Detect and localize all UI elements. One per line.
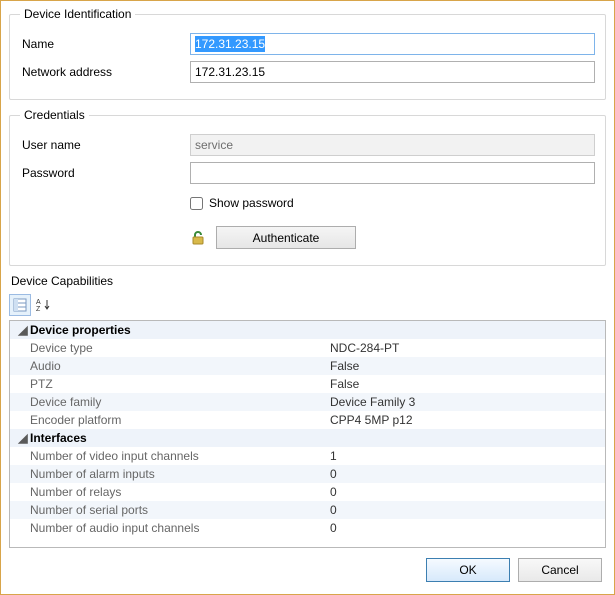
name-input-value: 172.31.23.15 [195, 36, 265, 52]
property-value: Device Family 3 [330, 395, 605, 409]
name-input[interactable]: 172.31.23.15 [190, 33, 595, 55]
capabilities-property-row[interactable]: Number of serial ports0 [10, 501, 605, 519]
network-address-label: Network address [20, 65, 190, 79]
username-label: User name [20, 138, 190, 152]
property-key: Device family [30, 395, 330, 409]
alphabetical-view-button[interactable]: A Z [33, 294, 55, 316]
collapse-icon: ◢ [16, 323, 30, 337]
capabilities-grid[interactable]: ◢Device propertiesDevice typeNDC-284-PTA… [9, 320, 606, 548]
collapse-icon: ◢ [16, 431, 30, 445]
capabilities-category-row[interactable]: ◢Device properties [10, 321, 605, 339]
property-value: 0 [330, 485, 605, 499]
capabilities-category-row[interactable]: ◢Interfaces [10, 429, 605, 447]
show-password-checkbox[interactable] [190, 197, 203, 210]
capabilities-property-row[interactable]: Device typeNDC-284-PT [10, 339, 605, 357]
authenticate-button[interactable]: Authenticate [216, 226, 356, 249]
password-label: Password [20, 166, 190, 180]
property-value: 0 [330, 521, 605, 535]
property-key: Number of video input channels [30, 449, 330, 463]
unlock-icon [190, 230, 206, 246]
property-key: Number of alarm inputs [30, 467, 330, 481]
capabilities-property-row[interactable]: Number of relays0 [10, 483, 605, 501]
username-input[interactable] [190, 134, 595, 156]
capabilities-property-row[interactable]: Number of video input channels1 [10, 447, 605, 465]
property-key: Encoder platform [30, 413, 330, 427]
capabilities-property-row[interactable]: AudioFalse [10, 357, 605, 375]
property-key: PTZ [30, 377, 330, 391]
property-key: Number of relays [30, 485, 330, 499]
property-value: False [330, 377, 605, 391]
property-value: False [330, 359, 605, 373]
property-key: Device type [30, 341, 330, 355]
property-key: Number of serial ports [30, 503, 330, 517]
property-key: Number of audio input channels [30, 521, 330, 535]
capabilities-property-row[interactable]: PTZFalse [10, 375, 605, 393]
property-key: Audio [30, 359, 330, 373]
capabilities-property-row[interactable]: Device familyDevice Family 3 [10, 393, 605, 411]
property-value: CPP4 5MP p12 [330, 413, 605, 427]
capabilities-toolbar: A Z [9, 292, 606, 320]
property-value: 0 [330, 503, 605, 517]
network-address-input[interactable] [190, 61, 595, 83]
property-value: NDC-284-PT [330, 341, 605, 355]
svg-text:A: A [36, 299, 41, 306]
credentials-legend: Credentials [20, 108, 89, 122]
device-identification-group: Device Identification Name 172.31.23.15 … [9, 7, 606, 100]
capabilities-property-row[interactable]: Number of audio input channels0 [10, 519, 605, 537]
device-identification-legend: Device Identification [20, 7, 135, 21]
cancel-button[interactable]: Cancel [518, 558, 602, 582]
categorized-view-button[interactable] [9, 294, 31, 316]
capabilities-property-row[interactable]: Number of alarm inputs0 [10, 465, 605, 483]
ok-button[interactable]: OK [426, 558, 510, 582]
name-label: Name [20, 37, 190, 51]
credentials-group: Credentials User name Password Show pass… [9, 108, 606, 266]
property-value: 1 [330, 449, 605, 463]
category-name: Interfaces [30, 431, 330, 445]
category-name: Device properties [30, 323, 330, 337]
device-capabilities-title: Device Capabilities [9, 274, 606, 292]
svg-text:Z: Z [36, 306, 41, 312]
property-value: 0 [330, 467, 605, 481]
capabilities-property-row[interactable]: Encoder platformCPP4 5MP p12 [10, 411, 605, 429]
password-input[interactable] [190, 162, 595, 184]
show-password-label: Show password [209, 196, 294, 210]
